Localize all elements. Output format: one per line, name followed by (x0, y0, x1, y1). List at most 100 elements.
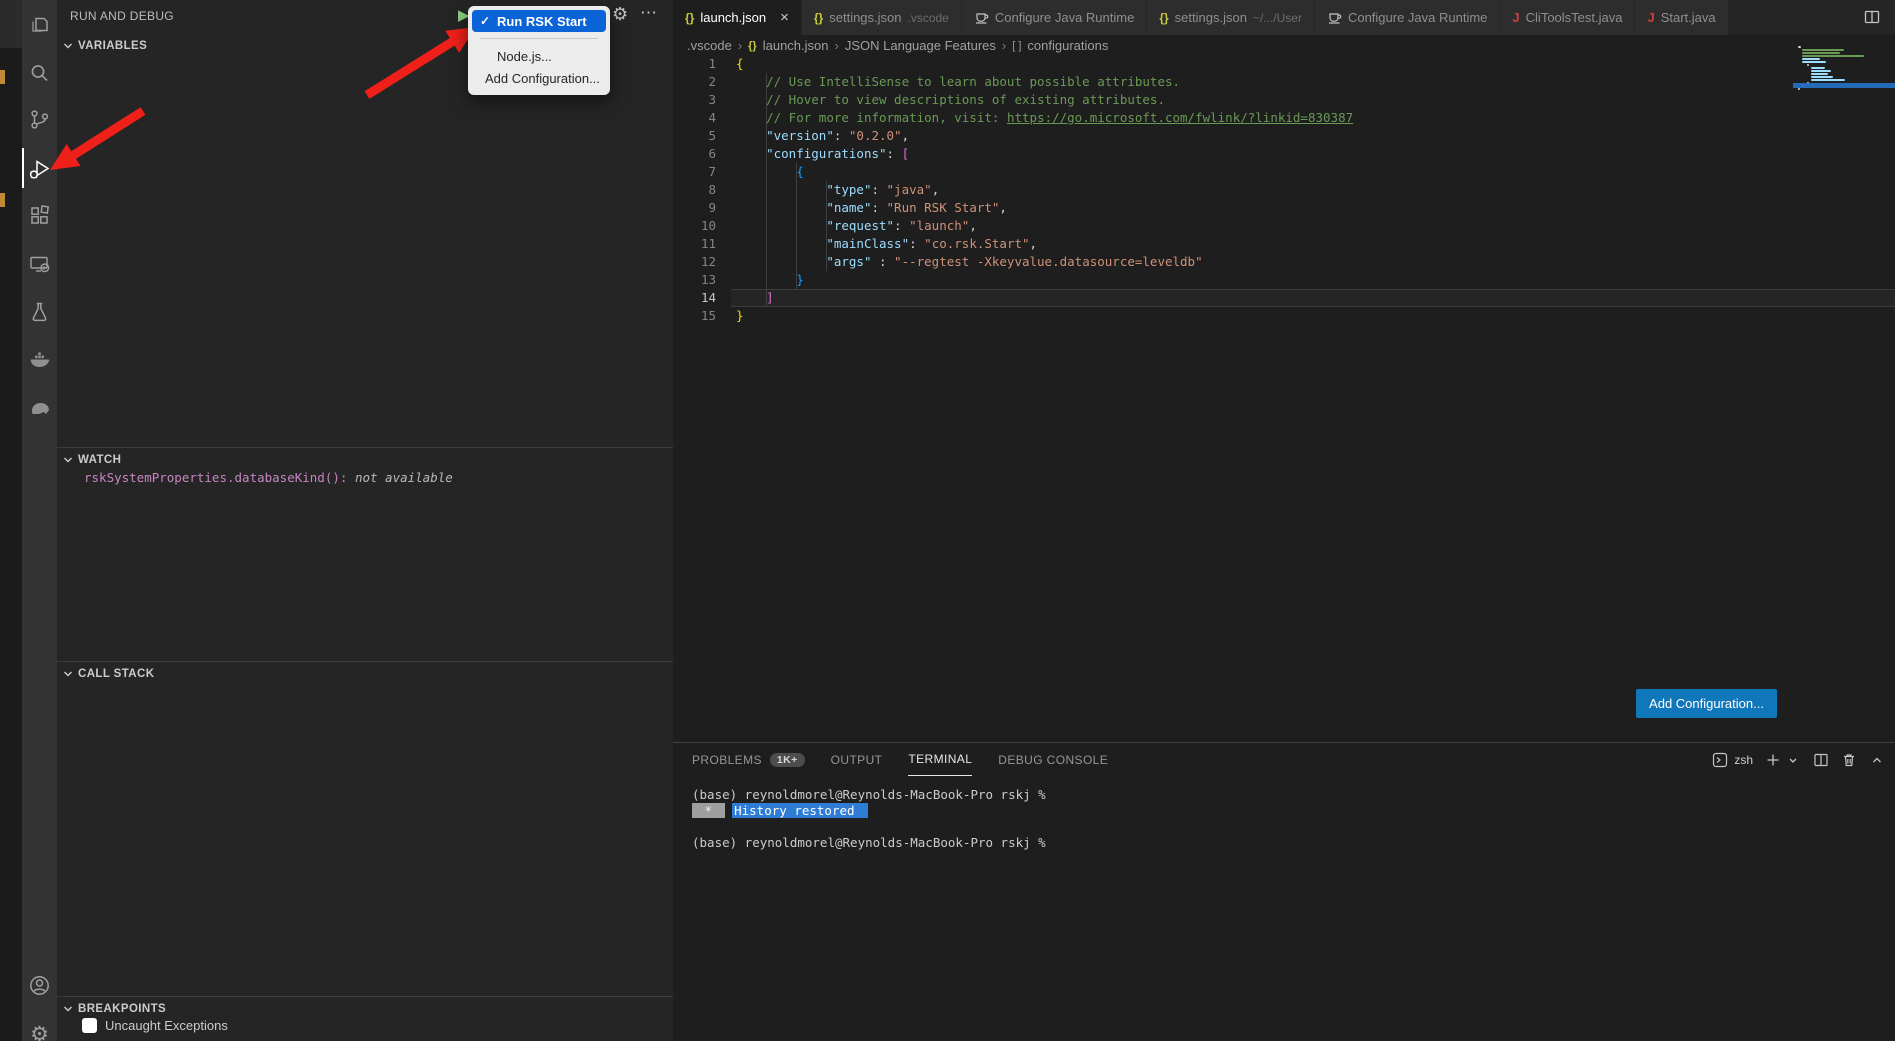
uncaught-exceptions-checkbox[interactable] (82, 1018, 97, 1033)
call-stack-section-label: CALL STACK (78, 668, 154, 680)
code-line: { (736, 163, 1353, 181)
panel-tab-output[interactable]: OUTPUT (831, 743, 883, 776)
tab-configure-java-runtime[interactable]: Configure Java Runtime (1315, 0, 1500, 35)
search-icon[interactable] (27, 61, 52, 86)
debug-more-actions-icon[interactable]: ⋯ (640, 3, 658, 23)
maximize-panel-icon[interactable] (1869, 752, 1885, 768)
json-array-icon: [ ] (1012, 40, 1021, 52)
source-control-icon[interactable] (27, 107, 52, 132)
code-token: "launch" (909, 218, 969, 233)
code-link[interactable]: https://go.microsoft.com/fwlink/?linkid=… (1007, 110, 1353, 125)
code-indent (736, 182, 826, 197)
menu-item-node-js-[interactable]: Node.js... (472, 45, 606, 67)
terminal-line: (base) reynoldmorel@Reynolds-MacBook-Pro… (692, 835, 1046, 851)
menu-item-run-rsk-start[interactable]: ✓Run RSK Start (472, 10, 606, 32)
trash-icon[interactable] (1841, 752, 1857, 768)
tab-launch-json[interactable]: {}launch.json× (673, 0, 802, 35)
breadcrumb-item[interactable]: configurations (1027, 38, 1108, 53)
terminal-text (725, 803, 733, 818)
breadcrumb-item[interactable]: .vscode (687, 38, 732, 53)
editor-tab-bar: {} launch.json × {}settings.json.vscode Conf… (673, 0, 1895, 35)
code-token: "version" (766, 128, 834, 143)
new-terminal-icon[interactable] (1765, 752, 1781, 768)
account-icon[interactable] (27, 973, 52, 998)
breakpoints-section-label: BREAKPOINTS (78, 1003, 166, 1015)
code-token: "java" (887, 182, 932, 197)
java-file-icon: J (1647, 10, 1654, 25)
code-token: // Use IntelliSense to learn about possi… (766, 74, 1180, 89)
breadcrumb[interactable]: .vscode›{}launch.json›JSON Language Feat… (687, 38, 1108, 53)
json-braces-icon: {} (1159, 11, 1168, 25)
panel-tab-problems[interactable]: PROBLEMS1K+ (692, 743, 805, 776)
minimap[interactable] (1798, 46, 1893, 108)
tab-start-java[interactable]: JStart.java (1635, 0, 1728, 35)
docker-icon[interactable] (27, 347, 52, 372)
tab-settings-json[interactable]: {}settings.json.vscode (802, 0, 962, 35)
run-and-debug-icon[interactable] (27, 157, 52, 182)
tab-clitoolstest-java[interactable]: JCliToolsTest.java (1500, 0, 1635, 35)
terminal-marker: * (692, 803, 725, 818)
add-configuration-button[interactable]: Add Configuration... (1636, 689, 1777, 718)
code-line: "request": "launch", (736, 217, 1353, 235)
testing-icon[interactable] (27, 299, 52, 324)
breadcrumb-item[interactable]: launch.json (763, 38, 829, 53)
tab-label: Configure Java Runtime (995, 10, 1134, 25)
watch-value: not available (355, 470, 453, 485)
explorer-icon[interactable] (27, 12, 52, 37)
panel-tab-terminal[interactable]: TERMINAL (908, 743, 972, 776)
code-token: "mainClass" (826, 236, 909, 251)
breadcrumb-item[interactable]: JSON Language Features (845, 38, 996, 53)
menu-item-label: Add Configuration... (485, 71, 600, 86)
close-tab-icon[interactable]: × (780, 9, 789, 26)
watch-expression-row[interactable]: rskSystemProperties.databaseKind(): not … (84, 470, 453, 485)
split-editor-icon[interactable] (1863, 8, 1881, 31)
panel-tab-debug-console[interactable]: DEBUG CONSOLE (998, 743, 1108, 776)
settings-gear-icon[interactable]: ⚙ (27, 1022, 52, 1041)
terminal-icon[interactable] (1712, 752, 1728, 768)
code-token: "name" (826, 200, 871, 215)
debug-config-menu: ✓Run RSK Start Node.js... Add Configuratio… (468, 6, 610, 95)
watch-expression: rskSystemProperties.databaseKind(): (84, 470, 347, 485)
chevron-down-icon[interactable] (1785, 752, 1801, 768)
watch-section-header[interactable]: WATCH (62, 450, 121, 470)
code-token: } (796, 272, 804, 287)
debug-gear-icon[interactable]: ⚙ (612, 4, 628, 25)
breakpoints-section-header[interactable]: BREAKPOINTS (62, 999, 166, 1019)
minimap-line (1802, 61, 1826, 63)
line-number: 8 (673, 181, 716, 199)
call-stack-section-header[interactable]: CALL STACK (62, 664, 154, 684)
activity-bar: ⚙ (22, 0, 57, 1041)
tab-label: settings.json (829, 10, 901, 25)
terminal-output[interactable]: (base) reynoldmorel@Reynolds-MacBook-Pro… (692, 787, 1046, 851)
panel-tab-label: OUTPUT (831, 753, 883, 767)
menu-item-add-configuration-[interactable]: Add Configuration... (472, 67, 606, 89)
extensions-icon[interactable] (27, 203, 52, 228)
terminal-line: * History restored (692, 803, 1046, 819)
tab-configure-java-runtime[interactable]: Configure Java Runtime (962, 0, 1147, 35)
tab-detail: ~/.../User (1253, 11, 1302, 25)
chevron-down-icon (62, 668, 74, 680)
line-number: 12 (673, 253, 716, 271)
code-token: "Run RSK Start" (887, 200, 1000, 215)
code-line: ] (736, 289, 1353, 307)
java-file-icon: J (1512, 10, 1519, 25)
remote-explorer-icon[interactable] (27, 252, 52, 277)
code-line: "args" : "--regtest -Xkeyvalue.datasourc… (736, 253, 1353, 271)
tab-settings-json[interactable]: {}settings.json~/.../User (1147, 0, 1315, 35)
line-number: 2 (673, 73, 716, 91)
minimap-line (1811, 70, 1831, 72)
split-terminal-icon[interactable] (1813, 752, 1829, 768)
tab-label: launch.json (700, 10, 766, 25)
editor-group: {}launch.json×{}settings.json.vscodeConf… (673, 0, 1895, 1041)
code-token: "type" (826, 182, 871, 197)
terminal-line (692, 819, 1046, 835)
code-editor[interactable]: { // Use IntelliSense to learn about pos… (736, 55, 1353, 325)
gradle-icon[interactable] (27, 395, 52, 420)
background-window-strip (0, 0, 22, 1041)
variables-section-header[interactable]: VARIABLES (62, 36, 147, 56)
json-braces-icon: {} (748, 40, 757, 52)
line-number: 5 (673, 127, 716, 145)
code-line: // For more information, visit: https://… (736, 109, 1353, 127)
shell-label[interactable]: zsh (1734, 753, 1753, 767)
minimap-line (1802, 49, 1844, 51)
